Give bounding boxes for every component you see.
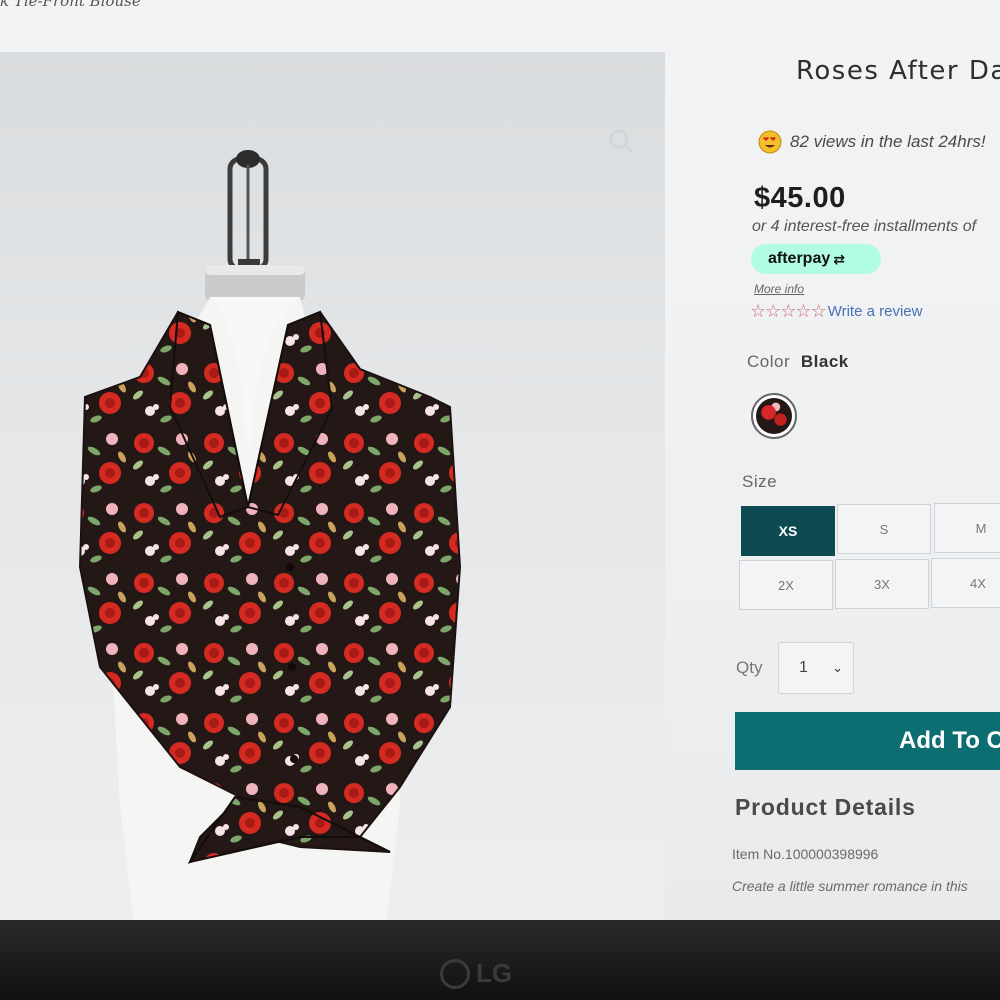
size-option-4x[interactable]: 4X [931,558,1000,608]
swatch-pattern [756,398,792,434]
star-outline-icon: ☆ [780,301,796,321]
item-number: Item No.100000398996 [732,846,879,862]
monitor-logo: LG [440,958,512,989]
size-option-s[interactable]: S [837,504,931,554]
lg-logo-icon [440,958,470,989]
views-text: 82 views in the last 24hrs! [790,132,986,151]
write-review-link[interactable]: Write a review [828,303,923,320]
heart-eyes-emoji-icon [758,130,782,154]
monitor-brand: LG [476,958,513,988]
breadcrumb[interactable]: k Tie-Front Blouse [0,0,141,10]
afterpay-label: afterpay [768,250,831,267]
star-outline-icon: ☆ [765,301,781,321]
star-outline-icon: ☆ [810,301,827,321]
chevron-down-icon: ⌄ [832,660,843,675]
afterpay-badge[interactable]: afterpay ⇄ [751,244,881,274]
size-option-3x[interactable]: 3X [835,559,929,609]
browser-screen: k Tie-Front Blouse Roses After Dar 82 vi… [0,0,1000,920]
size-label: Size [742,472,778,491]
qty-value: 1 [799,659,808,676]
product-description: Create a little summer romance in this [732,878,968,894]
afterpay-arrows-icon: ⇄ [833,250,845,267]
color-label: Color [747,352,791,371]
size-option-xs[interactable]: XS [741,506,835,556]
magnifier-icon[interactable] [608,128,634,154]
add-to-cart-button[interactable]: Add To C [735,712,1000,770]
color-row: Color Black [747,352,849,372]
color-swatch-black[interactable] [751,393,797,439]
color-value: Black [800,352,849,371]
qty-label: Qty [736,658,763,677]
product-title: Roses After Dar [796,56,1000,86]
price: $45.00 [754,182,846,214]
star-outline-icon: ☆ [795,301,811,321]
product-photo[interactable] [60,147,500,920]
star-outline-icon: ☆ [750,301,766,321]
size-option-m[interactable]: M [934,503,1000,553]
size-option-2x[interactable]: 2X [739,560,833,610]
more-info-link[interactable]: More info [754,282,804,296]
product-image-gallery[interactable] [0,52,665,920]
product-info-panel: Roses After Dar 82 views in the last 24h… [730,0,1000,920]
installments-text: or 4 interest-free installments of [752,218,977,235]
rating-row: ☆ ☆ ☆ ☆ ☆ Write a review [750,301,922,321]
product-details-heading: Product Details [735,794,916,820]
views-counter: 82 views in the last 24hrs! [758,130,986,154]
quantity-select[interactable]: 1 ⌄ [778,642,854,694]
